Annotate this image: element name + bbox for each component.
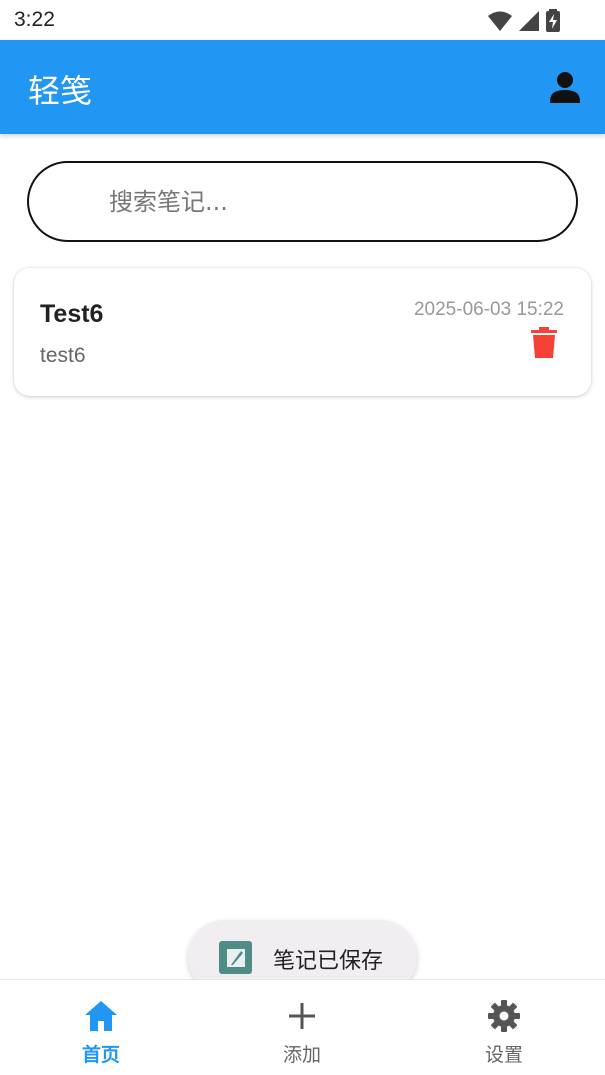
- nav-item-home[interactable]: 首页: [31, 980, 171, 1075]
- nav-label-home: 首页: [81, 1044, 120, 1066]
- note-body: test6: [40, 344, 86, 367]
- person-icon[interactable]: [547, 69, 583, 105]
- app-logo-icon: [219, 941, 252, 974]
- nav-label-settings: 设置: [484, 1044, 523, 1066]
- nav-label-add: 添加: [282, 1044, 321, 1066]
- wifi-icon: [488, 11, 512, 31]
- gear-icon: [488, 1000, 520, 1032]
- app-screen: 3:22 轻笺 Test6 test6 2025-06-: [0, 0, 605, 1075]
- status-icons: [487, 9, 561, 33]
- battery-charging-icon: [546, 9, 560, 32]
- nav-item-add[interactable]: 添加: [232, 980, 372, 1075]
- status-time: 3:22: [14, 8, 55, 31]
- trash-icon[interactable]: [531, 327, 557, 358]
- app-title: 轻笺: [28, 72, 93, 110]
- search-input[interactable]: [109, 163, 549, 240]
- search-box: [27, 161, 578, 242]
- home-icon: [85, 1001, 117, 1031]
- note-title: Test6: [40, 300, 104, 328]
- nav-item-settings[interactable]: 设置: [434, 980, 574, 1075]
- note-date: 2025-06-03 15:22: [413, 299, 564, 320]
- feather-logo-icon: [226, 948, 245, 967]
- status-bar: 3:22: [0, 0, 605, 40]
- plus-icon: [289, 1003, 315, 1029]
- bottom-nav: 首页 添加 设置: [0, 979, 605, 1075]
- toast-text: 笔记已保存: [273, 949, 384, 974]
- note-card[interactable]: Test6 test6 2025-06-03 15:22: [14, 268, 591, 396]
- app-bar: 轻笺: [0, 40, 605, 134]
- signal-icon: [519, 11, 539, 31]
